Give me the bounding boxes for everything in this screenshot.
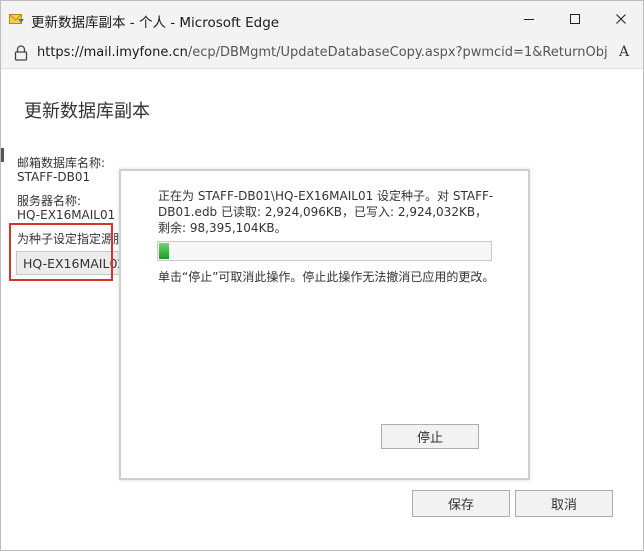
window-title: 更新数据库副本 - 个人 - Microsoft Edge — [31, 15, 280, 31]
envelope-app-icon — [9, 14, 24, 24]
save-button[interactable]: 保存 — [412, 490, 510, 517]
cancel-button[interactable]: 取消 — [515, 490, 613, 517]
annotation-highlight-box — [9, 223, 113, 281]
url-host: https://mail.imyfone.cn — [37, 45, 188, 60]
maximize-button[interactable] — [552, 1, 598, 37]
server-value: HQ-EX16MAIL01 — [17, 208, 116, 222]
progress-hint: 单击“停止”可取消此操作。停止此操作无法撤消已应用的更改。 — [158, 270, 495, 284]
progress-dialog: 正在为 STAFF-DB01\HQ-EX16MAIL01 设定种子。对 STAF… — [119, 169, 530, 480]
url-text[interactable]: https://mail.imyfone.cn/ecp/DBMgmt/Updat… — [37, 45, 607, 60]
progress-bar — [157, 241, 492, 261]
address-bar[interactable]: https://mail.imyfone.cn/ecp/DBMgmt/Updat… — [1, 37, 643, 69]
browser-window: 更新数据库副本 - 个人 - Microsoft Edge https://ma… — [0, 0, 644, 551]
mailbox-db-value: STAFF-DB01 — [17, 170, 91, 184]
reader-mode-icon[interactable]: A — [619, 44, 629, 60]
minimize-button[interactable] — [506, 1, 552, 37]
progress-bar-fill — [159, 243, 169, 259]
page-title: 更新数据库副本 — [24, 101, 150, 122]
lock-icon[interactable] — [14, 45, 28, 61]
stop-button[interactable]: 停止 — [381, 424, 479, 449]
server-label: 服务器名称: — [17, 194, 82, 208]
close-button[interactable] — [598, 1, 644, 37]
progress-message: 正在为 STAFF-DB01\HQ-EX16MAIL01 设定种子。对 STAF… — [158, 189, 494, 235]
minimize-icon — [524, 19, 534, 20]
mailbox-db-label: 邮箱数据库名称: — [17, 156, 106, 170]
close-icon — [616, 14, 626, 24]
background-edge-marker — [1, 148, 4, 162]
title-bar: 更新数据库副本 - 个人 - Microsoft Edge — [1, 1, 643, 37]
url-path: /ecp/DBMgmt/UpdateDatabaseCopy.aspx?pwmc… — [187, 45, 607, 60]
maximize-icon — [570, 14, 580, 24]
